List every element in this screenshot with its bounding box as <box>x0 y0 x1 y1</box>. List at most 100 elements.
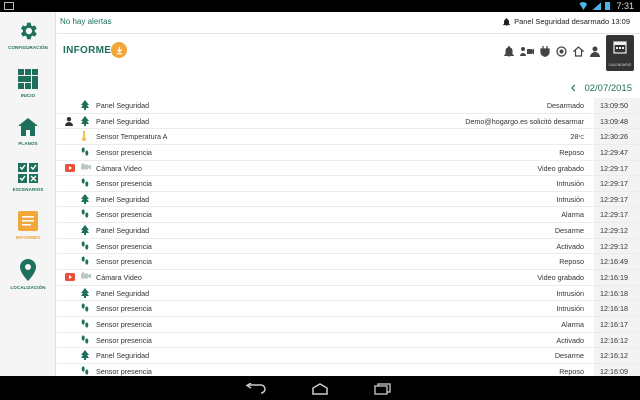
filter-alerts-button[interactable] <box>504 44 514 62</box>
video-indicator[interactable] <box>65 273 75 282</box>
event-text: Desarme <box>554 351 584 361</box>
device-icon <box>81 287 91 299</box>
sidebar-item-label: CONFIGURACIÓN <box>8 45 48 50</box>
filter-plugs-button[interactable] <box>540 44 550 62</box>
event-time: 12:29:47 <box>594 144 640 160</box>
device-name: Panel Seguridad <box>96 351 150 361</box>
log-row[interactable]: Cámara Video Video grabado 12:16:19 <box>57 270 640 286</box>
device-icon <box>81 256 91 267</box>
event-description: Demo@hogargo.es solicitó desarmar <box>465 114 584 129</box>
event-time: 12:29:12 <box>594 238 640 254</box>
event-description: 28°C <box>570 129 584 146</box>
event-description: Desarmado <box>547 98 584 113</box>
sidebar-item-localizacion[interactable]: LOCALIZACIÓN <box>0 258 56 290</box>
android-nav-bar <box>0 376 640 400</box>
event-time: 12:16:18 <box>594 301 640 316</box>
event-description: Intrusión <box>556 192 584 207</box>
log-row: Sensor presencia Reposo 12:16:49 <box>57 254 640 271</box>
footsteps-icon <box>81 335 89 344</box>
event-time: 12:16:09 <box>594 363 640 376</box>
severity-slot <box>65 148 75 157</box>
download-icon <box>116 46 122 54</box>
recents-button[interactable] <box>374 382 392 400</box>
download-button[interactable] <box>111 42 127 58</box>
severity-slot <box>65 304 75 313</box>
event-time: 12:29:17 <box>594 176 640 191</box>
battery-icon <box>605 2 611 10</box>
event-text: Intrusión <box>556 304 584 314</box>
previous-day-button[interactable]: ‹ <box>571 80 576 96</box>
event-text: Intrusión <box>556 194 584 204</box>
event-text: Reposo <box>559 366 584 376</box>
device-icon <box>81 303 91 314</box>
event-description: Video grabado <box>537 161 584 176</box>
sidebar-item-configuracion[interactable]: CONFIGURACIÓN <box>0 20 56 50</box>
event-time: 12:16:19 <box>594 270 640 285</box>
event-text: Reposo <box>559 257 584 267</box>
log-row: Panel Seguridad Demo@hogargo.es solicitó … <box>57 113 640 130</box>
device-name: Sensor presencia <box>96 319 152 329</box>
severity-slot <box>65 320 75 329</box>
filter-person-button[interactable] <box>590 44 600 62</box>
panel-tree-icon <box>81 115 89 126</box>
log-row: Sensor presencia Reposo 12:29:47 <box>57 144 640 161</box>
panel-tree-icon <box>81 100 89 110</box>
sidebar-item-planos[interactable]: PLANOS <box>0 116 56 146</box>
bell-icon <box>504 46 514 58</box>
footsteps-icon <box>81 178 89 187</box>
footsteps-icon <box>81 256 89 266</box>
panel-state[interactable]: Panel Seguridad desarmado 13:09 <box>503 17 630 26</box>
scenarios-icon <box>18 163 38 183</box>
filter-sensors-button[interactable] <box>556 44 567 62</box>
filter-users-video-button[interactable] <box>520 44 534 62</box>
gallery-notification-icon <box>4 2 14 10</box>
sensor-icon <box>556 46 567 57</box>
sidebar: CONFIGURACIÓN INICIO PLANOS ESCENARIOS I… <box>0 12 56 376</box>
event-description: Desarme <box>555 348 584 363</box>
log-row: Sensor presencia Reposo 12:16:09 <box>57 363 640 376</box>
alerts-status[interactable]: No hay alertas <box>60 17 112 26</box>
device-icon <box>81 147 91 158</box>
sidebar-item-informes[interactable]: INFORMES <box>0 210 56 240</box>
event-text: Activado <box>556 335 584 345</box>
event-description: Reposo <box>559 364 584 376</box>
device-icon <box>81 335 91 346</box>
filter-home-button[interactable] <box>572 44 585 62</box>
date-navigator: ‹ 02/07/2015 <box>57 80 640 98</box>
log-row[interactable]: Cámara Video Video grabado 12:29:17 <box>57 160 640 177</box>
video-play-icon <box>65 163 75 172</box>
calendar-label: CALENDARIO <box>608 63 632 67</box>
back-icon <box>245 382 266 394</box>
device-name: Sensor presencia <box>96 179 152 189</box>
sidebar-item-label: INFORMES <box>15 235 41 240</box>
page-title: INFORMES <box>63 45 119 56</box>
event-text: Alarma <box>561 210 584 220</box>
video-indicator[interactable] <box>65 163 75 173</box>
event-description: Intrusión <box>556 301 584 316</box>
device-icon <box>81 272 91 283</box>
device-name: Sensor presencia <box>96 257 152 267</box>
calendar-button[interactable]: CALENDARIO <box>606 35 634 71</box>
severity-slot <box>65 179 75 188</box>
sidebar-item-escenarios[interactable]: ESCENARIOS <box>0 162 56 192</box>
plug-icon <box>540 46 550 57</box>
device-icon <box>81 241 91 252</box>
severity-slot <box>65 195 75 204</box>
device-name: Panel Seguridad <box>96 101 150 110</box>
sidebar-item-label: ESCENARIOS <box>12 187 44 192</box>
panel-tree-icon <box>81 225 89 236</box>
sidebar-item-inicio[interactable]: INICIO <box>0 68 56 98</box>
event-text: Intrusión <box>556 179 584 189</box>
alert-bar: No hay alertas Panel Seguridad desarmado… <box>57 12 640 34</box>
back-button[interactable] <box>245 382 266 400</box>
log-row: Sensor presencia Alarma 12:29:17 <box>57 207 640 224</box>
video-play-icon <box>65 273 75 282</box>
severity-slot <box>65 336 75 345</box>
person-icon <box>590 46 600 57</box>
status-icons: 7:31 <box>578 0 634 12</box>
event-description: Reposo <box>559 254 584 269</box>
event-text: Alarma <box>561 319 584 329</box>
home-button[interactable] <box>310 382 330 400</box>
device-icon <box>81 115 91 127</box>
device-icon <box>81 193 91 205</box>
